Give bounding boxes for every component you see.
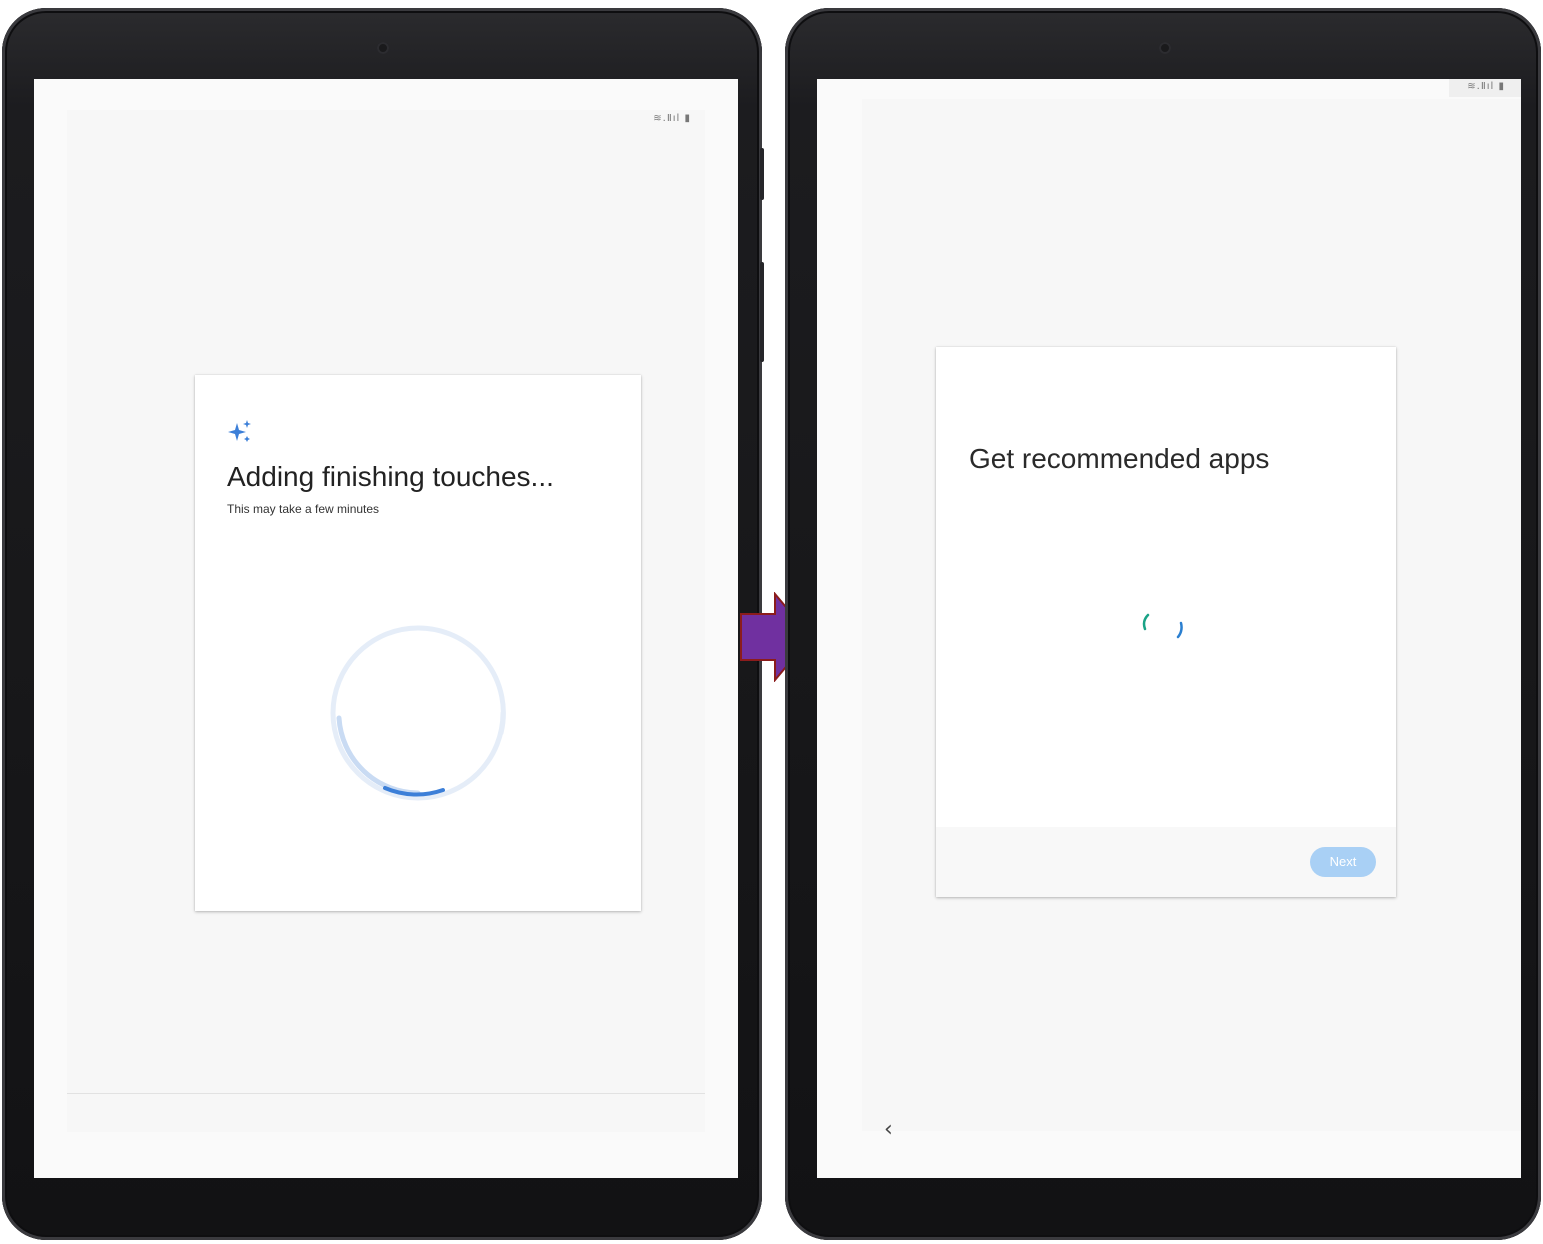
status-bar: ≋.Ⅱıl ▮ <box>1449 79 1521 97</box>
status-bar-icons: ≋.Ⅱıl ▮ <box>1467 81 1505 92</box>
page-title: Adding finishing touches... <box>227 461 554 492</box>
page-title: Get recommended apps <box>969 443 1270 474</box>
recommended-apps-card: Get recommended apps Next <box>936 347 1396 897</box>
loading-spinner <box>330 625 506 801</box>
loading-spinner <box>1142 613 1183 639</box>
screen-left: ≋.Ⅱıl ▮ Adding finishing touches... This… <box>34 79 738 1178</box>
status-bar-icons: ≋.Ⅱıl ▮ <box>653 113 691 124</box>
card-footer: Next <box>936 827 1396 897</box>
finishing-card: Adding finishing touches... This may tak… <box>195 375 641 911</box>
screen-right: Get recommended apps Next ‹ ≋.Ⅱıl ▮ <box>817 79 1521 1178</box>
volume-button <box>760 148 764 200</box>
tablet-left: ≋.Ⅱıl ▮ Adding finishing touches... This… <box>2 8 764 1240</box>
camera-icon <box>1159 42 1171 54</box>
setup-background: ≋.Ⅱıl ▮ Adding finishing touches... This… <box>67 110 705 1131</box>
sparkle-icon <box>228 420 251 442</box>
camera-icon <box>377 42 389 54</box>
page-subtitle: This may take a few minutes <box>227 502 380 516</box>
tablet-right: Get recommended apps Next ‹ ≋.Ⅱıl ▮ <box>785 8 1541 1240</box>
power-button <box>760 262 764 362</box>
back-chevron-icon[interactable]: ‹ <box>884 1117 893 1142</box>
bottom-bar <box>67 1094 705 1132</box>
setup-background: Get recommended apps Next ‹ <box>862 99 1521 1142</box>
next-button[interactable]: Next <box>1310 847 1376 877</box>
